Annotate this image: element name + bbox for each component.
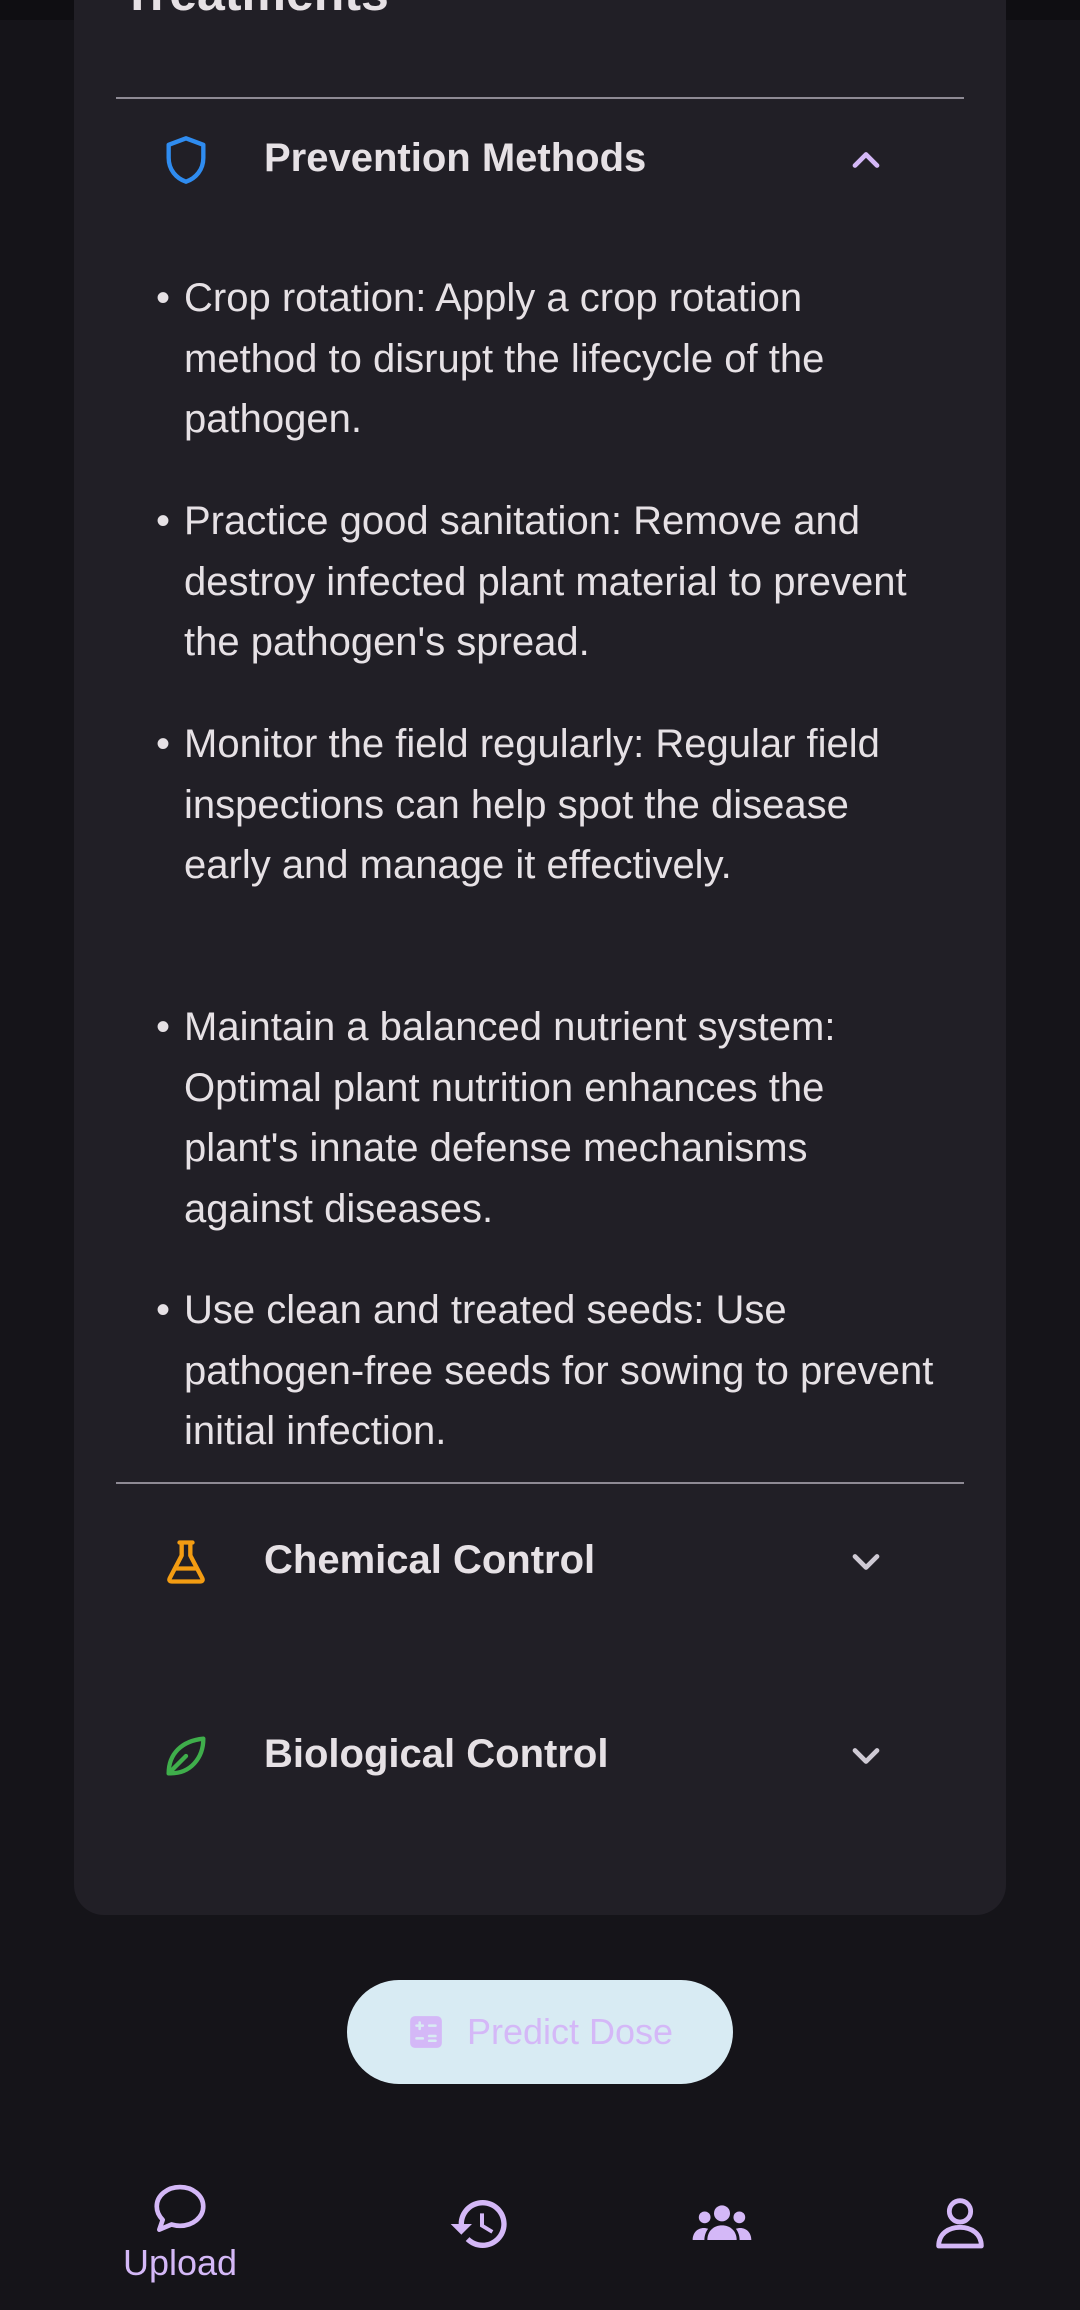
bullet-dot: •	[156, 1288, 171, 1332]
profile-icon	[936, 2198, 984, 2249]
predict-dose-label: Predict Dose	[466, 2011, 674, 2052]
chat-bubble-icon	[154, 2184, 206, 2232]
shield-icon	[166, 136, 206, 184]
divider	[116, 1482, 964, 1484]
bullet-dot: •	[156, 499, 171, 543]
divider	[116, 97, 964, 99]
section-prevention-methods[interactable]: Prevention Methods	[116, 100, 964, 220]
chevron-down-icon[interactable]	[844, 1734, 888, 1778]
bullet-dot: •	[156, 1005, 171, 1049]
section-label-chemical: Chemical Control	[264, 1538, 596, 1582]
prevention-item-text: Use clean and treated seeds: Use pathoge…	[184, 1288, 934, 1453]
community-icon	[692, 2205, 752, 2240]
nav-history[interactable]	[380, 2140, 580, 2310]
section-chemical-control[interactable]: Chemical Control	[116, 1502, 964, 1622]
nav-upload[interactable]: Upload	[80, 2140, 280, 2310]
nav-profile[interactable]	[860, 2140, 1060, 2310]
section-label-prevention: Prevention Methods	[264, 136, 647, 180]
flask-icon	[167, 1540, 205, 1584]
bullet-dot: •	[156, 722, 171, 766]
prevention-item-text: Monitor the field regularly: Regular fie…	[184, 722, 880, 887]
treatments-card: Treatments Prevention Methods • Crop rot…	[74, 0, 1006, 1915]
section-biological-control[interactable]: Biological Control	[116, 1696, 964, 1816]
prevention-item-text: Practice good sanitation: Remove and des…	[184, 499, 907, 664]
chevron-up-icon[interactable]	[844, 138, 888, 182]
card-title: Treatments	[122, 0, 389, 18]
chevron-down-icon[interactable]	[844, 1540, 888, 1584]
bullet-dot: •	[156, 276, 171, 320]
nav-upload-label: Upload	[122, 2242, 238, 2283]
prevention-item-text: Maintain a balanced nutrient system: Opt…	[184, 1005, 836, 1231]
prevention-item-text: Crop rotation: Apply a crop rotation met…	[184, 276, 825, 441]
nav-community[interactable]	[620, 2140, 820, 2310]
calculator-icon	[410, 2016, 442, 2048]
section-label-biological: Biological Control	[264, 1732, 609, 1776]
bottom-navigation: Upload	[0, 2140, 1080, 2310]
predict-dose-button[interactable]: Predict Dose	[347, 1980, 733, 2084]
leaf-icon	[166, 1736, 206, 1776]
history-icon	[450, 2200, 507, 2248]
